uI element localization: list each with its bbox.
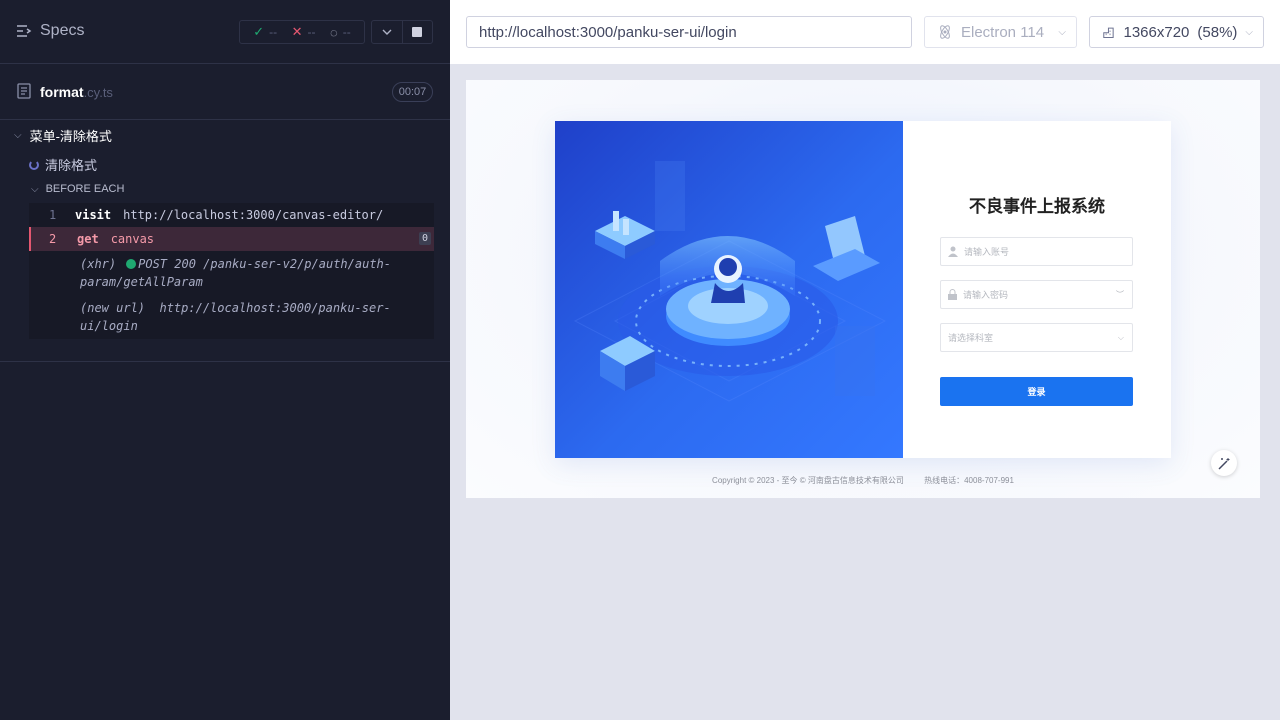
check-icon: ✓	[253, 24, 265, 39]
test-title[interactable]: 清除格式	[29, 155, 97, 174]
stop-button[interactable]	[401, 21, 433, 43]
account-input[interactable]: 请输入账号	[940, 237, 1133, 266]
collapse-all-button[interactable]	[372, 21, 402, 43]
user-icon	[948, 246, 958, 257]
system-title: 不良事件上报系统	[969, 197, 1105, 216]
lock-icon	[948, 289, 957, 300]
chevron-down-icon: ⌵	[1117, 332, 1124, 342]
xhr-event[interactable]: (xhr) POST 200 /panku-ser-v2/p/auth/auth-…	[29, 251, 434, 295]
chevron-down-icon: ⌵	[31, 183, 39, 195]
password-input[interactable]: 请输入密码 ︶	[940, 280, 1133, 309]
spec-file-name[interactable]: format.cy.ts	[40, 84, 113, 100]
reporter-panel: Specs ✓ -- ✕ -- ◌ -- format.cy.ts 00:07 …	[0, 0, 450, 720]
reporter-header: Specs ✓ -- ✕ -- ◌ --	[0, 0, 450, 64]
command-row[interactable]: 1 visit http://localhost:3000/canvas-edi…	[29, 203, 434, 227]
viewport-selector[interactable]: 1366x720 (58%) ⌵	[1089, 16, 1264, 48]
specs-label: Specs	[40, 22, 85, 39]
magic-wand-icon	[1217, 457, 1229, 470]
login-illustration	[555, 121, 903, 458]
run-controls	[371, 20, 433, 44]
spec-duration: 00:07	[392, 82, 433, 102]
isometric-platform-illustration	[573, 161, 887, 402]
selector-playground-button[interactable]	[1211, 450, 1237, 476]
test-stats: ✓ -- ✕ -- ◌ --	[239, 20, 365, 44]
new-url-event[interactable]: (new url) http://localhost:3000/panku-se…	[29, 295, 434, 339]
browser-selector[interactable]: Electron 114 ⌵	[924, 16, 1077, 48]
stat-passed: ✓ --	[253, 24, 278, 39]
command-row-active[interactable]: 2 get canvas 0	[29, 227, 434, 251]
eye-closed-icon[interactable]: ︶	[1116, 289, 1124, 300]
electron-icon	[940, 25, 950, 39]
element-count-badge: 0	[418, 232, 431, 245]
suite-title[interactable]: ⌵ 菜单-清除格式	[14, 126, 112, 145]
stat-pending: ◌ --	[330, 24, 351, 40]
chevron-down-icon: ⌵	[14, 130, 22, 141]
copyright-text: Copyright © 2023 - 至今 © 河南盘古信息技术有限公司	[712, 476, 904, 485]
chevron-down-icon	[382, 29, 392, 35]
department-select[interactable]: 请选择科室 ⌵	[940, 323, 1133, 352]
stop-icon	[412, 27, 423, 37]
login-form: 不良事件上报系统 请输入账号 请输入密码 ︶ 请选择科室 ⌵ 登录	[903, 121, 1171, 458]
aut-header: http://localhost:3000/panku-ser-ui/login…	[450, 0, 1280, 64]
pending-circle-icon: ◌	[330, 24, 338, 40]
x-icon: ✕	[291, 24, 303, 39]
specs-button[interactable]: Specs	[16, 22, 84, 40]
login-button[interactable]: 登录	[940, 377, 1133, 406]
chevron-down-icon: ⌵	[1058, 26, 1066, 38]
chevron-down-icon: ⌵	[1245, 26, 1253, 38]
document-icon	[17, 83, 31, 99]
hook-title[interactable]: ⌵ BEFORE EACH	[31, 183, 124, 195]
hotline-text: 热线电话：4008-707-991	[924, 476, 1014, 485]
url-bar[interactable]: http://localhost:3000/panku-ser-ui/login	[466, 16, 912, 48]
footer: Copyright © 2023 - 至今 © 河南盘古信息技术有限公司 热线电…	[466, 475, 1260, 486]
ruler-icon	[1103, 27, 1114, 38]
divider	[0, 361, 450, 362]
aut-iframe: 不良事件上报系统 请输入账号 请输入密码 ︶ 请选择科室 ⌵ 登录 Copyri…	[466, 80, 1260, 498]
status-dot-icon	[126, 259, 137, 269]
stat-failed: ✕ --	[291, 24, 316, 39]
login-card: 不良事件上报系统 请输入账号 请输入密码 ︶ 请选择科室 ⌵ 登录	[555, 121, 1171, 458]
command-log: 1 visit http://localhost:3000/canvas-edi…	[29, 203, 434, 339]
running-spinner-icon	[29, 159, 39, 170]
specs-list-icon	[17, 25, 32, 37]
